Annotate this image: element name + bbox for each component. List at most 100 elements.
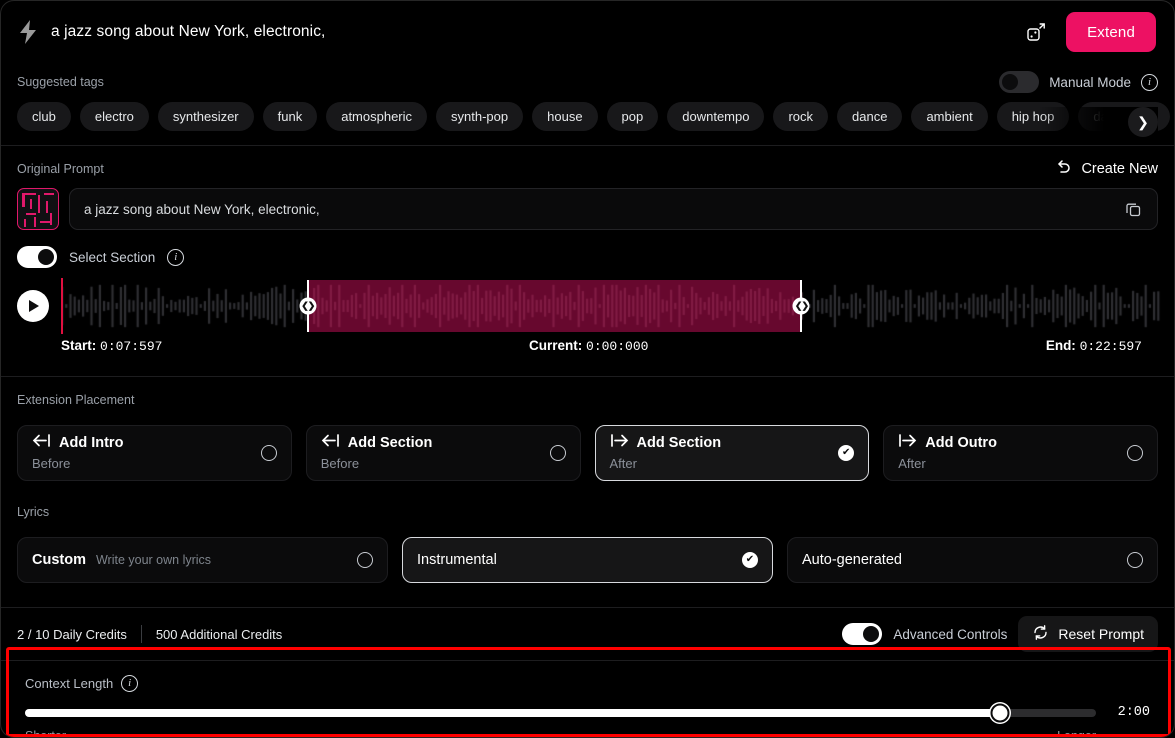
context-length-slider-fill	[25, 708, 1000, 717]
tag-hip-hop[interactable]: hip hop	[996, 101, 1070, 131]
waveform-end-handle[interactable]: ❮❯	[792, 297, 810, 315]
end-time: End: 0:22:597	[1045, 338, 1142, 354]
placement-option-1[interactable]: Add Section Before	[305, 425, 581, 481]
context-length-slider[interactable]	[25, 703, 1096, 722]
waveform-player: ❮❯ ❮❯	[1, 276, 1174, 336]
suggested-tags-section: Suggested tags Manual Mode i club electro…	[1, 63, 1174, 145]
current-time: Current: 0:00:000	[529, 338, 649, 354]
tag-dance[interactable]: dance	[837, 101, 903, 131]
additional-credits: 500 Additional Credits	[155, 626, 283, 642]
create-new-button[interactable]: Create New	[1055, 159, 1158, 179]
tag-funk[interactable]: funk	[262, 101, 318, 131]
extension-placement-options[interactable]: Add Intro Before Add Section Before Add Sect…	[1, 419, 1174, 481]
context-length-min-label: Shorter	[25, 729, 66, 738]
placement-option-sub: After	[898, 456, 926, 471]
advanced-controls-label: Advanced Controls	[893, 626, 1008, 642]
tag-club[interactable]: club	[17, 101, 71, 131]
placement-option-title: Add Outro	[925, 435, 997, 451]
lyrics-section: Lyrics	[1, 481, 1174, 525]
suggested-tags-label: Suggested tags	[17, 75, 104, 89]
extend-song-panel: a jazz song about New York, electronic, …	[0, 0, 1175, 738]
waveform-start-handle[interactable]: ❮❯	[299, 297, 317, 315]
tag-downtempo[interactable]: downtempo	[667, 101, 765, 131]
lyrics-option-1[interactable]: Instrumental	[402, 537, 773, 583]
lyrics-option-0[interactable]: Custom Write your own lyrics	[17, 537, 388, 583]
credits-bar: 2 / 10 Daily Credits 500 Additional Cred…	[1, 608, 1174, 660]
context-length-section: Context Length i 2:00 Shorter Longer	[9, 661, 1166, 738]
reset-prompt-button[interactable]: Reset Prompt	[1018, 616, 1158, 652]
extend-button[interactable]: Extend	[1066, 12, 1156, 52]
lightning-bolt-icon	[17, 19, 39, 45]
tag-pop[interactable]: pop	[606, 101, 659, 131]
placement-option-radio[interactable]	[549, 445, 566, 461]
create-new-label: Create New	[1081, 161, 1158, 177]
placement-option-2[interactable]: Add Section After	[594, 425, 870, 481]
manual-mode-group: Manual Mode i	[999, 71, 1158, 93]
copy-icon[interactable]	[1121, 197, 1145, 221]
lyrics-option-radio[interactable]	[1127, 552, 1143, 568]
waveform-bars	[61, 278, 1161, 334]
arrow-left-to-bar-icon	[32, 433, 51, 453]
lyrics-header: Lyrics	[17, 499, 1158, 525]
lyrics-option-radio[interactable]	[357, 552, 373, 568]
waveform-playhead[interactable]	[61, 278, 63, 334]
lyrics-option-title: Instrumental	[417, 552, 497, 568]
suggested-tags-list[interactable]: club electro synthesizer funk atmospheric syn…	[1, 97, 1174, 139]
advanced-controls-toggle[interactable]	[842, 623, 883, 645]
tag-synthesizer[interactable]: synthesizer	[157, 101, 254, 131]
original-prompt-row: a jazz song about New York, electronic,	[17, 188, 1158, 232]
page-title: a jazz song about New York, electronic,	[51, 23, 326, 40]
tag-rock[interactable]: rock	[773, 101, 829, 131]
lyrics-label: Lyrics	[17, 505, 50, 519]
placement-option-title: Add Section	[636, 435, 722, 451]
tag-atmospheric[interactable]: atmospheric	[326, 101, 428, 131]
placement-option-radio[interactable]	[1127, 445, 1143, 461]
context-length-slider-thumb[interactable]	[990, 703, 1010, 722]
original-prompt-header: Original Prompt Create New	[17, 156, 1158, 182]
start-time: Start: 0:07:597	[61, 338, 163, 354]
placement-option-sub: Before	[320, 456, 360, 471]
manual-mode-label: Manual Mode	[1049, 74, 1131, 90]
play-icon[interactable]	[17, 290, 49, 322]
placement-option-radio[interactable]	[838, 445, 855, 461]
context-length-label: Context Length	[25, 675, 114, 691]
tag-synth-pop[interactable]: synth-pop	[436, 101, 524, 131]
lyrics-options[interactable]: Custom Write your own lyrics Instrumental A…	[1, 531, 1174, 583]
context-length-max-label: Longer	[1057, 729, 1096, 738]
lyrics-option-2[interactable]: Auto-generated	[787, 537, 1158, 583]
tag-house[interactable]: house	[532, 101, 598, 131]
album-art-thumbnail[interactable]	[17, 188, 59, 230]
placement-option-sub: Before	[32, 456, 71, 471]
chevron-right-icon[interactable]: ❯	[1128, 107, 1158, 137]
original-prompt-value: a jazz song about New York, electronic,	[84, 201, 320, 217]
context-length-header: Context Length i	[25, 673, 1150, 693]
info-icon[interactable]: i	[167, 248, 185, 266]
lyrics-option-title: Auto-generated	[802, 552, 902, 568]
original-prompt-section: Original Prompt Create New a jazz song a…	[1, 146, 1174, 232]
original-prompt-input[interactable]: a jazz song about New York, electronic,	[69, 188, 1158, 230]
placement-option-0[interactable]: Add Intro Before	[17, 425, 292, 481]
lyrics-option-title: Custom	[32, 552, 86, 568]
info-icon[interactable]: i	[1141, 73, 1158, 91]
manual-mode-toggle[interactable]	[999, 71, 1040, 93]
select-section-label: Select Section	[69, 249, 156, 265]
context-length-value: 2:00	[1117, 705, 1150, 720]
tag-ambient[interactable]: ambient	[911, 101, 988, 131]
info-icon[interactable]: i	[121, 674, 139, 692]
advanced-controls-group: Advanced Controls Reset Prompt	[842, 616, 1158, 652]
lyrics-option-radio[interactable]	[742, 552, 758, 568]
suggested-tags-header: Suggested tags Manual Mode i	[1, 67, 1174, 97]
extension-placement-section: Extension Placement	[1, 377, 1174, 413]
select-section-toggle[interactable]	[17, 246, 57, 268]
arrow-left-to-bar-icon	[321, 433, 340, 453]
lyrics-option-sub: Write your own lyrics	[95, 553, 212, 567]
context-length-range-labels: Shorter Longer	[25, 729, 1150, 738]
placement-option-3[interactable]: Add Outro After	[883, 425, 1158, 481]
tag-electro[interactable]: electro	[79, 101, 149, 131]
placement-option-radio[interactable]	[260, 445, 277, 461]
select-section-row: Select Section i	[1, 232, 1174, 276]
bar-to-arrow-right-icon	[898, 433, 917, 453]
waveform-track[interactable]: ❮❯ ❮❯	[61, 278, 1161, 334]
dice-icon[interactable]	[1020, 17, 1054, 47]
refresh-icon	[1032, 624, 1049, 644]
